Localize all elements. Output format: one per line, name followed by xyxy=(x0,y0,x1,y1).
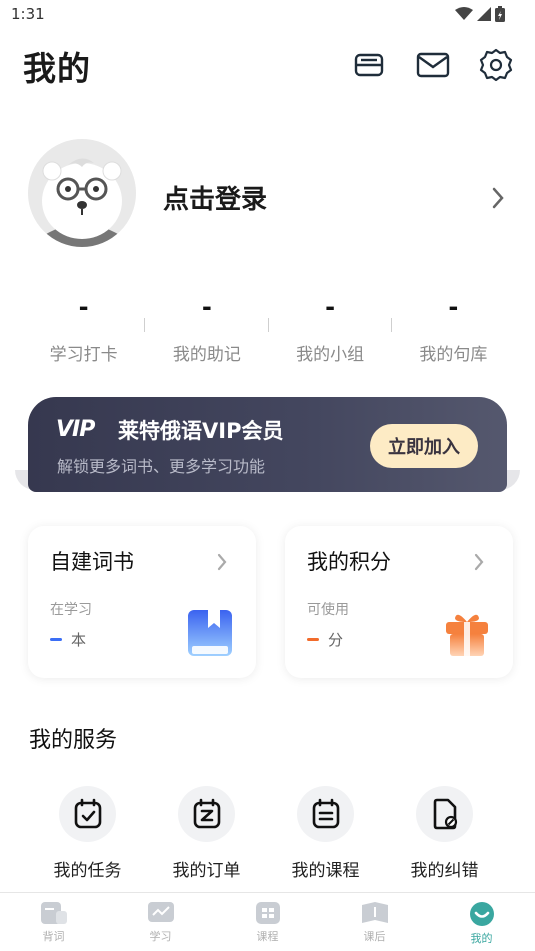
header: 我的 xyxy=(0,38,535,90)
card-subtitle: 在学习 xyxy=(50,602,92,618)
card-title: 我的积分 xyxy=(307,550,391,574)
tab-label: 课程 xyxy=(256,930,279,943)
battery-icon xyxy=(495,6,505,22)
stat-label: 我的小组 xyxy=(296,345,365,365)
card-value xyxy=(50,638,62,641)
tab-label: 课后 xyxy=(363,930,386,943)
card-title: 自建词书 xyxy=(50,550,134,574)
service-icon-circle xyxy=(59,786,116,842)
course-tab-icon xyxy=(255,902,280,924)
tab-label: 背词 xyxy=(42,930,65,943)
service-orders[interactable]: 我的订单 xyxy=(147,786,266,881)
services-grid: 我的任务 我的订单 我的课程 我的纠错 xyxy=(28,786,504,881)
service-courses[interactable]: 我的课程 xyxy=(266,786,385,881)
chevron-right-icon xyxy=(474,553,484,571)
settings-icon[interactable] xyxy=(479,48,513,82)
stat-value: - xyxy=(78,293,89,321)
tab-me[interactable]: 我的 xyxy=(428,893,535,951)
after-class-icon xyxy=(361,902,388,923)
study-icon xyxy=(147,902,174,922)
stat-checkin[interactable]: - 学习打卡 xyxy=(22,293,146,366)
card-unit: 本 xyxy=(71,631,87,649)
card-value xyxy=(307,638,319,641)
tab-label: 我的 xyxy=(470,932,493,945)
service-corrections[interactable]: 我的纠错 xyxy=(385,786,504,881)
task-icon xyxy=(74,798,101,829)
status-bar: 1:31 xyxy=(0,0,535,30)
vip-banner[interactable]: VIP 莱特俄语VIP会员 解锁更多词书、更多学习功能 立即加入 xyxy=(28,397,507,492)
stat-sentences[interactable]: - 我的句库 xyxy=(392,293,515,366)
tab-study[interactable]: 学习 xyxy=(107,893,214,951)
vip-title: 莱特俄语VIP会员 xyxy=(118,419,284,443)
stat-value: - xyxy=(325,293,336,321)
wallet-icon[interactable] xyxy=(352,48,386,82)
my-points-card[interactable]: 我的积分 可使用 分 xyxy=(285,526,513,678)
join-vip-button[interactable]: 立即加入 xyxy=(370,424,478,468)
service-icon-circle xyxy=(178,786,235,842)
profile-section[interactable]: 点击登录 xyxy=(0,135,535,250)
signal-icon xyxy=(477,7,491,21)
service-icon-circle xyxy=(297,786,354,842)
order-icon xyxy=(193,798,220,829)
gift-icon xyxy=(446,614,488,656)
stat-mnemonics[interactable]: - 我的助记 xyxy=(145,293,269,366)
login-text[interactable]: 点击登录 xyxy=(163,179,267,216)
page-title: 我的 xyxy=(23,49,91,88)
card-unit: 分 xyxy=(328,631,344,649)
chevron-right-icon[interactable] xyxy=(490,185,506,211)
tab-vocab[interactable]: 背词 xyxy=(0,893,107,951)
tab-courses[interactable]: 课程 xyxy=(214,893,321,951)
me-icon xyxy=(469,902,494,926)
avatar[interactable] xyxy=(28,139,136,247)
vip-subtitle: 解锁更多词书、更多学习功能 xyxy=(57,457,266,476)
service-label: 我的课程 xyxy=(291,861,360,881)
vocab-icon xyxy=(40,902,67,924)
stat-label: 我的助记 xyxy=(172,345,241,365)
wifi-icon xyxy=(455,7,473,20)
stats-row: - 学习打卡 - 我的助记 - 我的小组 - 我的句库 xyxy=(22,293,515,366)
tab-after-class[interactable]: 课后 xyxy=(321,893,428,951)
status-time: 1:31 xyxy=(11,5,45,23)
vip-logo: VIP xyxy=(56,417,95,442)
services-title: 我的服务 xyxy=(29,728,118,753)
stat-label: 我的句库 xyxy=(419,345,488,365)
mail-icon[interactable] xyxy=(416,48,450,82)
stat-value: - xyxy=(201,293,212,321)
status-icons xyxy=(455,6,505,22)
bottom-tab-bar: 背词 学习 课程 课后 我的 xyxy=(0,892,535,951)
book-icon xyxy=(188,610,232,656)
service-tasks[interactable]: 我的任务 xyxy=(28,786,147,881)
stat-value: - xyxy=(448,293,459,321)
course-icon xyxy=(312,798,339,829)
stat-label: 学习打卡 xyxy=(49,345,118,365)
chevron-right-icon xyxy=(217,553,227,571)
service-icon-circle xyxy=(416,786,473,842)
custom-wordbook-card[interactable]: 自建词书 在学习 本 xyxy=(28,526,256,678)
tab-label: 学习 xyxy=(149,930,172,943)
service-label: 我的任务 xyxy=(53,861,122,881)
service-label: 我的纠错 xyxy=(410,861,479,881)
card-subtitle: 可使用 xyxy=(307,602,349,618)
correction-icon xyxy=(433,798,457,830)
service-label: 我的订单 xyxy=(172,861,241,881)
stat-groups[interactable]: - 我的小组 xyxy=(269,293,392,366)
